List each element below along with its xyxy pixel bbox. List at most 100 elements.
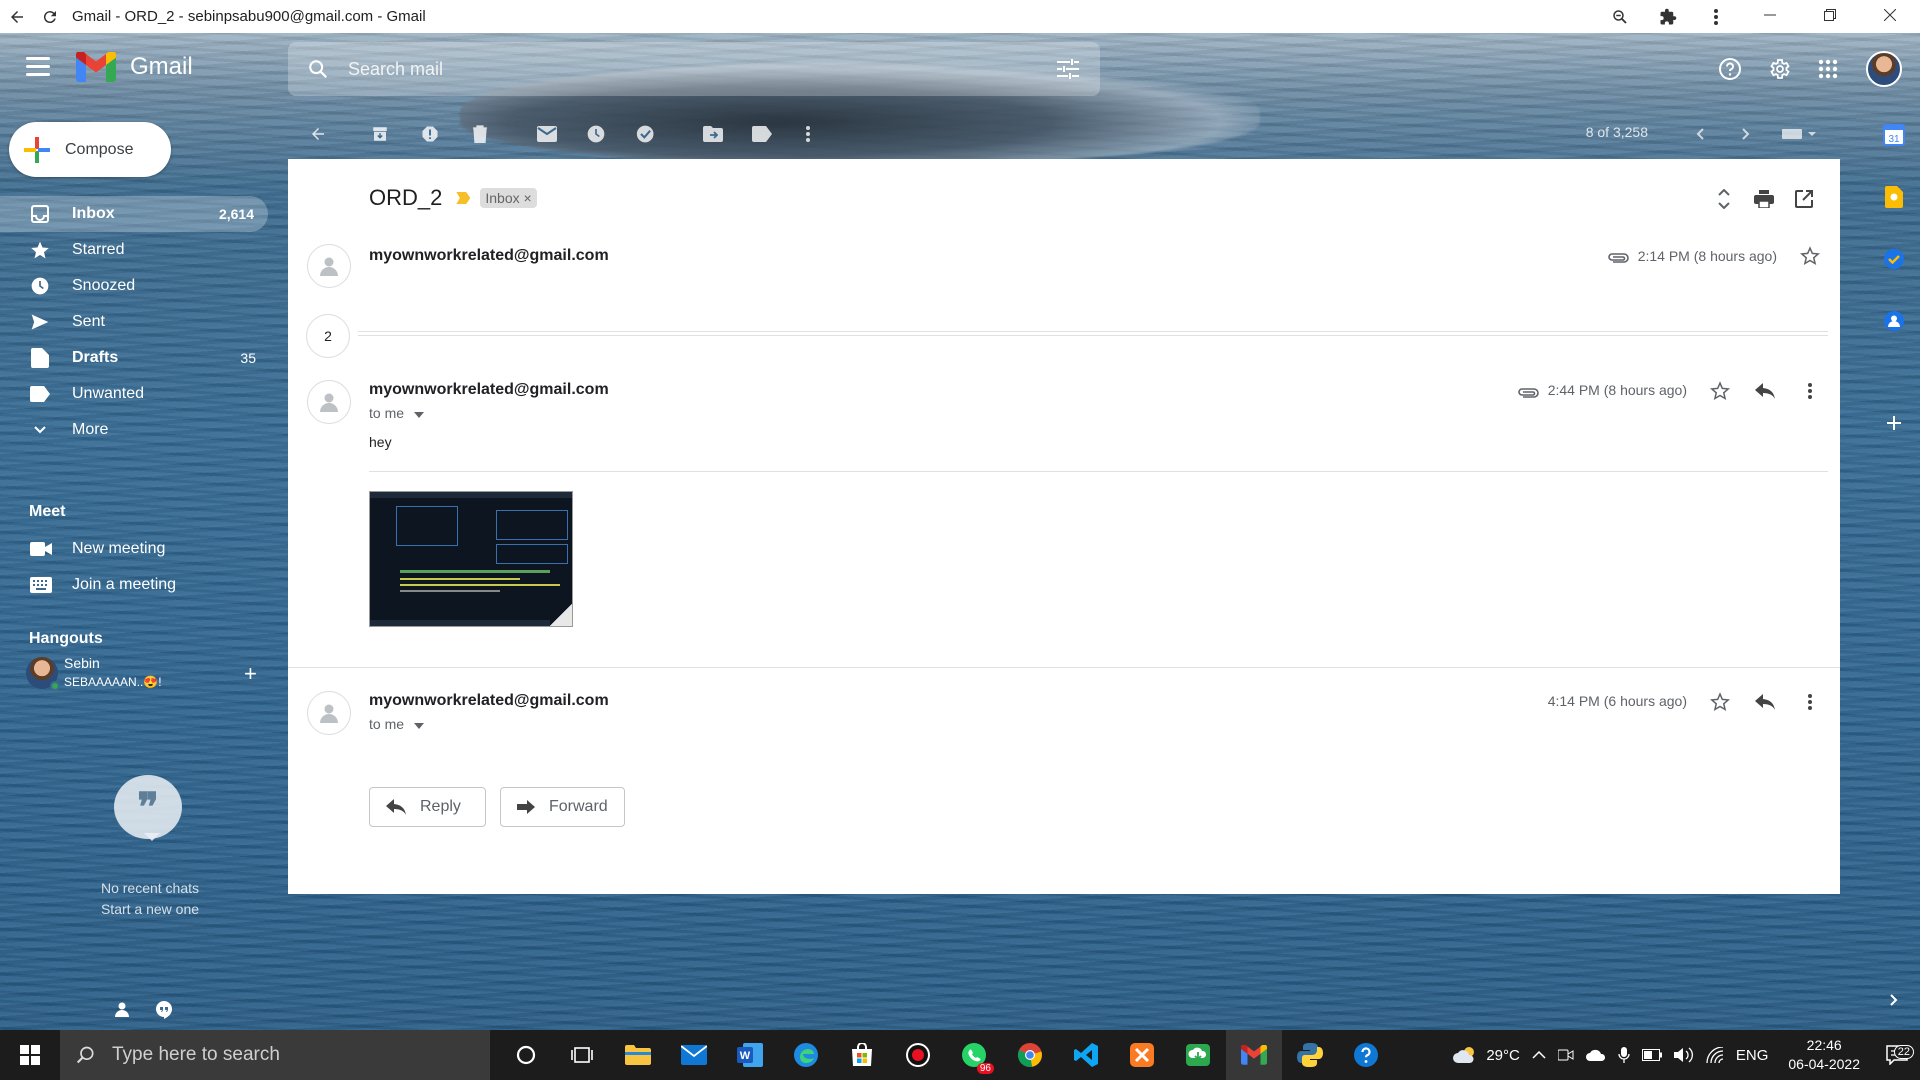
file-explorer-icon[interactable]	[610, 1030, 666, 1080]
forward-button[interactable]: Forward	[500, 787, 625, 827]
minimize-icon[interactable]	[1740, 8, 1800, 26]
extensions-icon[interactable]	[1644, 0, 1692, 33]
expand-all-icon[interactable]	[1704, 185, 1744, 213]
restore-icon[interactable]	[1800, 8, 1860, 26]
screen-recorder-icon[interactable]	[890, 1030, 946, 1080]
contacts-icon[interactable]	[114, 1001, 130, 1022]
new-meeting-button[interactable]: New meeting	[30, 531, 165, 567]
reload-icon[interactable]	[33, 0, 66, 33]
recipient-to-me[interactable]: to me	[369, 405, 424, 421]
reply-icon[interactable]	[1753, 690, 1777, 714]
chrome-icon[interactable]	[1002, 1030, 1058, 1080]
sidebar-item-sent[interactable]: Sent	[0, 304, 270, 340]
sidebar-item-snoozed[interactable]: Snoozed	[0, 268, 270, 304]
calendar-icon[interactable]: 31	[1882, 123, 1906, 147]
store-icon[interactable]	[834, 1030, 890, 1080]
sidebar-item-more[interactable]: More	[0, 412, 270, 448]
add-to-tasks-icon[interactable]	[634, 122, 658, 146]
cortana-icon[interactable]	[498, 1030, 554, 1080]
notifications-icon[interactable]: 22	[1874, 1045, 1920, 1065]
add-chat-icon[interactable]: +	[244, 661, 257, 687]
compose-button[interactable]: Compose	[9, 122, 171, 177]
star-outline-icon[interactable]	[1798, 244, 1822, 268]
sidebar-item-inbox[interactable]: Inbox 2,614	[0, 196, 268, 232]
main-menu-icon[interactable]	[26, 57, 50, 77]
wifi-icon[interactable]	[1700, 1047, 1730, 1063]
microphone-icon[interactable]	[1612, 1047, 1636, 1063]
start-new-link[interactable]: Start a new one	[60, 899, 240, 920]
mail-app-icon[interactable]	[666, 1030, 722, 1080]
join-meeting-button[interactable]: Join a meeting	[30, 567, 176, 603]
help-app-icon[interactable]	[1338, 1030, 1394, 1080]
star-outline-icon[interactable]	[1708, 379, 1732, 403]
message-more-icon[interactable]	[1798, 379, 1822, 403]
weather-widget[interactable]: 29°C	[1446, 1046, 1526, 1064]
mark-unread-icon[interactable]	[535, 122, 559, 146]
search-icon[interactable]	[288, 58, 348, 80]
browser-menu-icon[interactable]	[1692, 0, 1740, 33]
settings-gear-icon[interactable]	[1754, 45, 1803, 94]
delete-icon[interactable]	[468, 122, 492, 146]
python-icon[interactable]	[1282, 1030, 1338, 1080]
close-window-icon[interactable]	[1860, 8, 1920, 26]
onedrive-icon[interactable]	[1580, 1049, 1612, 1061]
sidebar-item-drafts[interactable]: Drafts 35	[0, 340, 270, 376]
collapsed-messages-count[interactable]: 2	[306, 314, 350, 358]
cloud-download-icon[interactable]	[1170, 1030, 1226, 1080]
account-avatar[interactable]	[1866, 51, 1902, 87]
zoom-icon[interactable]	[1596, 0, 1644, 33]
hangouts-user[interactable]: Sebin SEBAAAAAN..😍! +	[26, 655, 266, 695]
language-indicator[interactable]: ENG	[1730, 1047, 1775, 1064]
recipient-to-me[interactable]: to me	[369, 716, 424, 732]
inbox-label-chip[interactable]: Inbox ×	[480, 188, 537, 208]
newer-chevron-icon[interactable]	[1688, 122, 1712, 146]
contacts-side-icon[interactable]	[1882, 309, 1906, 333]
whatsapp-icon[interactable]: 96	[946, 1030, 1002, 1080]
remove-label-icon[interactable]: ×	[524, 190, 532, 206]
snooze-icon[interactable]	[584, 122, 608, 146]
keep-icon[interactable]	[1882, 185, 1906, 209]
open-new-window-icon[interactable]	[1784, 185, 1824, 213]
xampp-icon[interactable]	[1114, 1030, 1170, 1080]
back-to-inbox-icon[interactable]	[306, 122, 330, 146]
hangouts-chat-icon[interactable]	[155, 1001, 173, 1024]
more-actions-icon[interactable]	[796, 122, 820, 146]
report-spam-icon[interactable]	[418, 122, 442, 146]
message-more-icon[interactable]	[1798, 690, 1822, 714]
help-icon[interactable]	[1705, 45, 1754, 94]
input-tools-icon[interactable]	[1778, 122, 1822, 146]
task-view-icon[interactable]	[554, 1030, 610, 1080]
clock[interactable]: 22:46 06-04-2022	[1774, 1036, 1874, 1074]
volume-icon[interactable]	[1668, 1047, 1700, 1063]
move-to-icon[interactable]	[701, 122, 725, 146]
gmail-logo[interactable]: Gmail	[76, 50, 193, 82]
search-options-icon[interactable]	[1036, 59, 1100, 79]
back-arrow-icon[interactable]	[0, 0, 33, 33]
older-chevron-icon[interactable]	[1734, 122, 1758, 146]
importance-marker-icon[interactable]	[456, 192, 471, 204]
battery-icon[interactable]	[1636, 1049, 1668, 1061]
sidebar-item-unwanted[interactable]: Unwanted	[0, 376, 270, 412]
word-icon[interactable]: W	[722, 1030, 778, 1080]
gmail-taskbar-icon[interactable]	[1226, 1030, 1282, 1080]
star-outline-icon[interactable]	[1708, 690, 1732, 714]
reply-icon[interactable]	[1753, 379, 1777, 403]
windows-start-icon[interactable]	[0, 1030, 60, 1080]
attachment-thumbnail[interactable]	[369, 491, 573, 627]
vscode-icon[interactable]	[1058, 1030, 1114, 1080]
tasks-icon[interactable]	[1882, 247, 1906, 271]
archive-icon[interactable]	[368, 122, 392, 146]
print-icon[interactable]	[1744, 185, 1784, 213]
taskbar-search[interactable]: Type here to search	[60, 1030, 490, 1080]
add-addon-icon[interactable]	[1882, 411, 1906, 435]
tray-expand-icon[interactable]	[1526, 1051, 1552, 1059]
labels-icon[interactable]	[750, 122, 774, 146]
search-bar[interactable]	[288, 42, 1100, 96]
meet-now-icon[interactable]	[1552, 1048, 1580, 1062]
side-panel-toggle-icon[interactable]	[1882, 988, 1906, 1012]
search-input[interactable]	[348, 58, 1036, 80]
reply-button[interactable]: Reply	[369, 787, 486, 827]
edge-icon[interactable]	[778, 1030, 834, 1080]
sidebar-item-starred[interactable]: Starred	[0, 232, 270, 268]
apps-grid-icon[interactable]	[1803, 45, 1852, 94]
